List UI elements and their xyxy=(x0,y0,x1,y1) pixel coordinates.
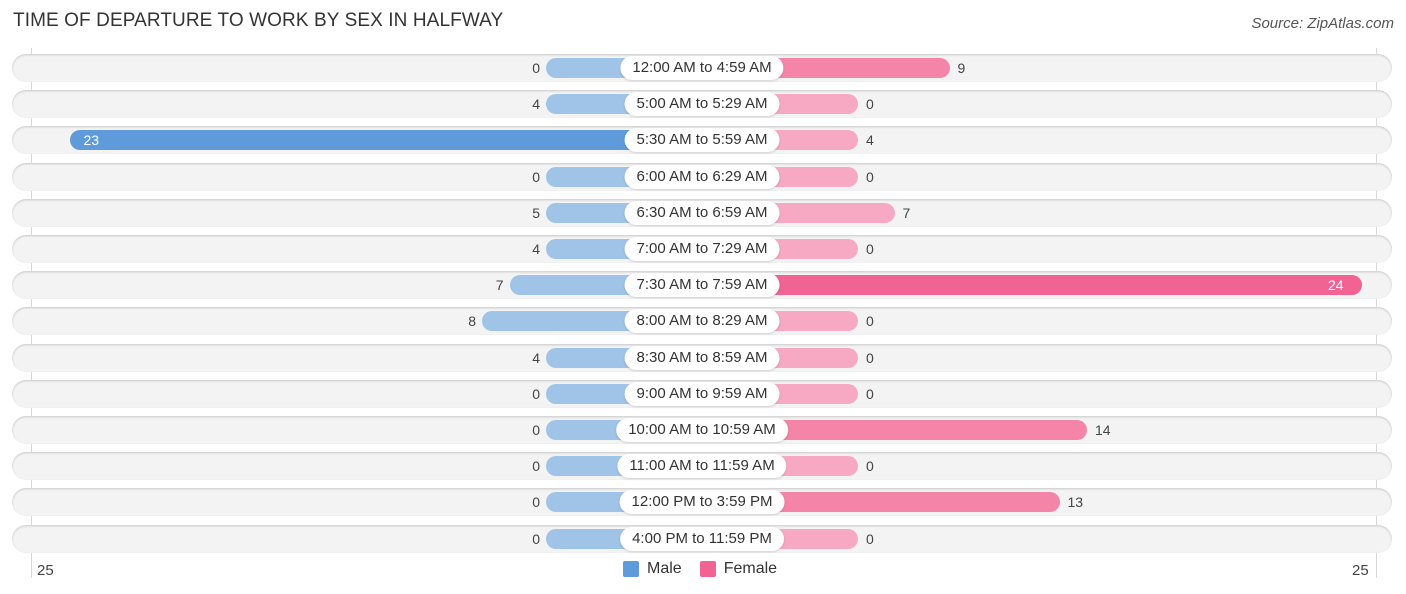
value-label-male: 0 xyxy=(532,458,540,475)
value-label-female: 7 xyxy=(902,204,911,221)
value-label-female: 24 xyxy=(1328,277,1344,294)
value-label-male: 0 xyxy=(532,422,540,438)
value-label-female: 0 xyxy=(866,385,874,402)
bar-female[interactable] xyxy=(702,275,1362,296)
value-label-female: 0 xyxy=(866,458,874,475)
category-label: 9:00 AM to 9:59 AM xyxy=(624,381,780,406)
legend: Male Female xyxy=(623,560,795,578)
value-label-female: 14 xyxy=(1095,422,1111,438)
value-label-female: 0 xyxy=(866,168,874,185)
category-label: 11:00 AM to 11:59 AM xyxy=(617,454,787,479)
value-label-male: 0 xyxy=(532,385,540,402)
value-label-male: 7 xyxy=(495,277,504,294)
legend-item-male[interactable]: Male xyxy=(623,560,682,578)
category-label: 5:30 AM to 5:59 AM xyxy=(624,128,780,153)
value-label-female: 4 xyxy=(866,132,874,149)
value-label-female: 13 xyxy=(1067,494,1084,511)
category-label: 7:00 AM to 7:29 AM xyxy=(624,237,780,261)
value-label-male: 4 xyxy=(532,241,540,257)
legend-swatch-female xyxy=(699,561,716,577)
value-label-male: 5 xyxy=(532,204,540,221)
value-label-female: 0 xyxy=(866,313,874,330)
legend-label-female: Female xyxy=(723,560,778,577)
category-label: 4:00 PM to 11:59 PM xyxy=(620,526,784,551)
category-label: 6:00 AM to 6:29 AM xyxy=(624,164,780,189)
axis-tick-left: 25 xyxy=(37,562,54,579)
value-label-male: 8 xyxy=(468,313,476,330)
value-label-male: 4 xyxy=(532,349,540,366)
chart-title: TIME OF DEPARTURE TO WORK BY SEX IN HALF… xyxy=(13,10,504,31)
category-label: 8:30 AM to 8:59 AM xyxy=(624,345,780,370)
category-label: 10:00 AM to 10:59 AM xyxy=(616,418,788,442)
value-label-male: 0 xyxy=(532,60,540,76)
value-label-male: 0 xyxy=(532,494,540,511)
category-label: 12:00 PM to 3:59 PM xyxy=(619,490,785,515)
category-label: 8:00 AM to 8:29 AM xyxy=(624,309,780,334)
legend-swatch-male xyxy=(623,561,639,577)
value-label-female: 0 xyxy=(866,530,874,547)
value-label-female: 9 xyxy=(957,60,966,76)
value-label-female: 0 xyxy=(866,241,874,257)
value-label-male: 0 xyxy=(532,530,540,547)
value-label-male: 0 xyxy=(532,168,540,185)
source-label: Source: ZipAtlas.com xyxy=(1251,15,1394,32)
value-label-male: 23 xyxy=(83,132,100,149)
legend-item-female[interactable]: Female xyxy=(699,560,778,578)
category-label: 6:30 AM to 6:59 AM xyxy=(624,200,780,225)
value-label-female: 0 xyxy=(866,349,874,366)
category-label: 12:00 AM to 4:59 AM xyxy=(620,56,784,80)
category-label: 7:30 AM to 7:59 AM xyxy=(624,273,780,298)
legend-label-male: Male xyxy=(647,560,682,577)
bar-male[interactable] xyxy=(69,130,702,151)
category-label: 5:00 AM to 5:29 AM xyxy=(624,92,780,117)
value-label-female: 0 xyxy=(866,96,874,113)
axis-tick-right: 25 xyxy=(1352,562,1369,579)
value-label-male: 4 xyxy=(532,96,540,113)
